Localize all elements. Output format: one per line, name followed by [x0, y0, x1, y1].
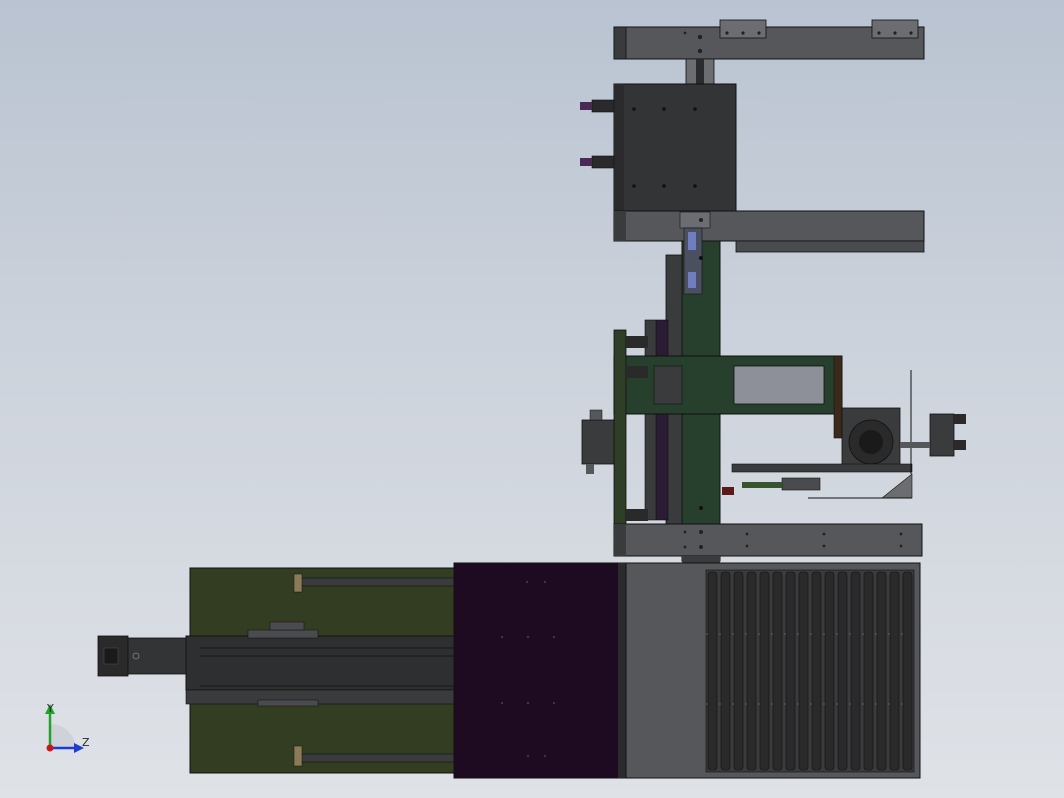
- triad-z-label: Z: [82, 736, 90, 749]
- servo-motor: [97, 635, 187, 677]
- triad-y-label: Y: [46, 702, 54, 715]
- pneumatic-cylinder-block: [580, 83, 737, 213]
- dark-chamber: [453, 562, 628, 779]
- top-clamp-bar: [613, 19, 925, 60]
- coordinate-triad-icon: Y Z: [45, 702, 90, 753]
- finned-housing: [625, 562, 921, 779]
- vertical-guide-shaft: [685, 58, 715, 86]
- cad-viewport[interactable]: Y Z: [0, 0, 1064, 798]
- side-motor: [581, 409, 615, 474]
- lower-clamp-bar: [613, 523, 923, 563]
- middle-clamp-bar: [613, 210, 925, 253]
